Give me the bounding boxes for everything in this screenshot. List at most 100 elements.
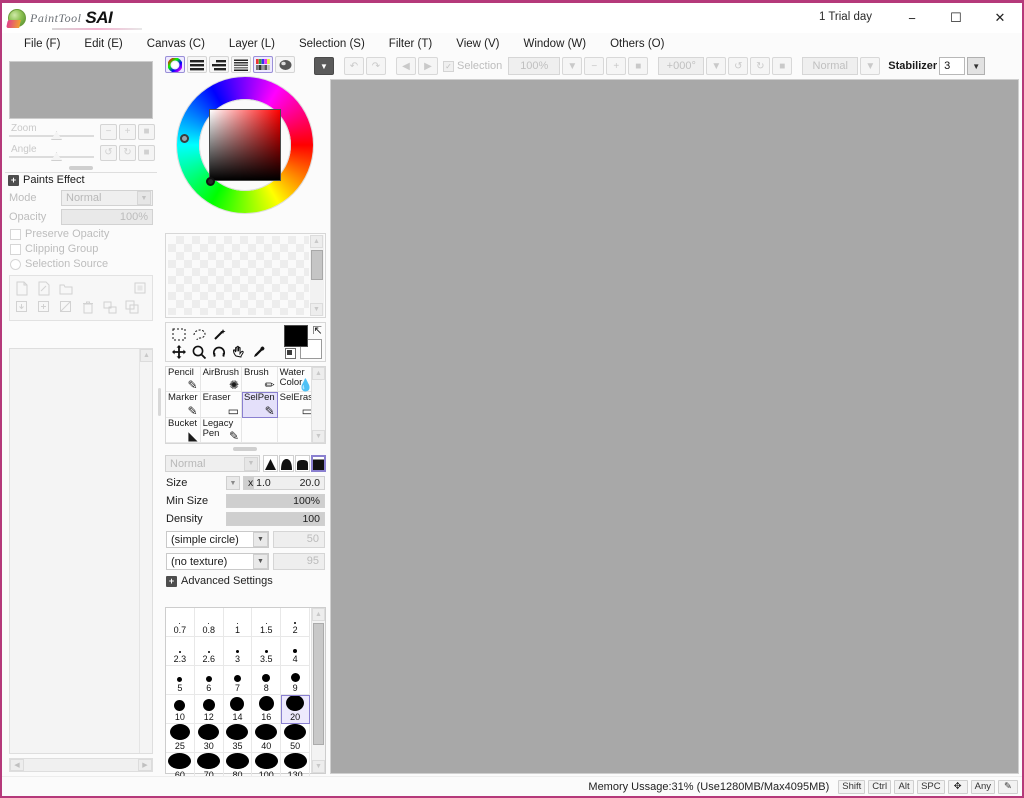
clear-layer-icon[interactable] — [56, 298, 76, 317]
min-size-bar[interactable]: 100% — [226, 494, 325, 508]
zoom-dropdown-icon[interactable]: ▼ — [562, 57, 583, 75]
new-folder-icon[interactable] — [56, 279, 76, 298]
swap-colors-icon[interactable]: ⇱ — [313, 324, 322, 337]
hand-icon[interactable] — [229, 343, 249, 361]
brush-tool-bucket[interactable]: Bucket ◣ — [166, 417, 201, 443]
selection-source-radio[interactable] — [10, 258, 21, 270]
undo-button[interactable]: ↶ — [344, 57, 364, 75]
brush-size-cell[interactable]: 20 — [281, 695, 310, 724]
soft-edge-icon[interactable] — [263, 455, 278, 472]
menu-canvas[interactable]: Canvas (C) — [135, 36, 217, 52]
layer-list-vscrollbar[interactable]: ▲ — [139, 349, 153, 753]
panel-resize-grabber[interactable] — [69, 166, 93, 170]
zoom-out-button[interactable]: − — [100, 123, 117, 140]
brush-size-cell[interactable]: 2.6 — [194, 637, 224, 666]
brush-size-cell[interactable]: 5 — [166, 666, 195, 695]
sv-marker[interactable] — [206, 177, 215, 186]
clipping-group-checkbox[interactable] — [10, 243, 21, 255]
brush-tool-empty-1[interactable] — [242, 417, 278, 443]
menu-filter[interactable]: Filter (T) — [377, 36, 444, 52]
brush-size-cell[interactable]: 3 — [223, 637, 253, 666]
default-colors-icon[interactable] — [285, 348, 296, 359]
brush-size-cell[interactable]: 35 — [223, 724, 253, 753]
brush-tool-legacy-pen[interactable]: Legacy Pen ✎ — [200, 417, 242, 443]
scroll-left-icon[interactable]: ◀ — [10, 759, 24, 771]
brush-shape-select[interactable]: (simple circle) ▼ — [166, 531, 269, 548]
brush-size-cell[interactable]: 50 — [281, 724, 310, 753]
brush-size-cell[interactable]: 0.8 — [194, 608, 224, 637]
brush-size-cell[interactable]: 14 — [223, 695, 253, 724]
brush-size-cell[interactable]: 6 — [194, 666, 224, 695]
brush-size-cell[interactable]: 25 — [166, 724, 195, 753]
zoom-value-field[interactable]: 100% — [508, 57, 561, 75]
layer-opacity-value[interactable]: 100% — [61, 209, 153, 225]
size-scroll-down-icon[interactable]: ▼ — [312, 760, 325, 773]
stabilizer-dropdown-icon[interactable]: ▼ — [967, 57, 986, 75]
magic-wand-icon[interactable] — [209, 325, 229, 343]
canvas-area[interactable] — [330, 79, 1019, 774]
minimize-button[interactable]: − — [890, 3, 934, 33]
next-canvas-button[interactable]: ▶ — [418, 57, 438, 75]
selection-toggle[interactable]: ✓ Selection — [443, 60, 502, 72]
menu-selection[interactable]: Selection (S) — [287, 36, 377, 52]
brush-size-cell[interactable]: 30 — [194, 724, 224, 753]
brush-size-cell[interactable]: 1.5 — [252, 608, 282, 637]
advanced-settings-header[interactable]: + Advanced Settings — [166, 575, 327, 587]
layer-mode-select[interactable]: Normal ▼ — [61, 190, 153, 206]
zoom-reset-button[interactable]: ■ — [138, 123, 155, 140]
swatch-scroll-thumb[interactable] — [311, 250, 323, 280]
menu-file[interactable]: File (F) — [12, 36, 72, 52]
scratchpad-icon[interactable] — [275, 56, 295, 73]
flat-edge-icon[interactable] — [295, 455, 310, 472]
hue-marker[interactable] — [180, 134, 189, 143]
blend-mode-dropdown-icon[interactable]: ▼ — [860, 57, 881, 75]
panel-splitter[interactable] — [157, 58, 162, 774]
color-wheel-icon[interactable] — [165, 56, 185, 73]
redo-button[interactable]: ↷ — [366, 57, 386, 75]
brush-size-cell[interactable]: 1 — [223, 608, 253, 637]
menu-layer[interactable]: Layer (L) — [217, 36, 287, 52]
zoom-icon[interactable] — [189, 343, 209, 361]
hsv-sliders-icon[interactable] — [209, 56, 229, 73]
layer-list-hscrollbar[interactable]: ◀ ▶ — [9, 758, 153, 772]
paints-effect-header[interactable]: + Paints Effect — [5, 172, 157, 187]
brush-size-cell[interactable]: 16 — [252, 695, 282, 724]
swatch-grid[interactable] — [168, 236, 309, 315]
brush-shape-strength[interactable]: 50 — [273, 531, 325, 548]
brush-panel-scrollbar[interactable]: ▲ ▼ — [311, 367, 325, 443]
brush-tool-selpen[interactable]: SelPen ✎ — [242, 392, 278, 418]
brush-size-cell[interactable]: 9 — [281, 666, 310, 695]
brush-texture-strength[interactable]: 95 — [273, 553, 325, 570]
menu-window[interactable]: Window (W) — [511, 36, 598, 52]
delete-layer-icon[interactable] — [78, 298, 98, 317]
gradient-icon[interactable] — [231, 56, 251, 73]
swatch-scroll-down-icon[interactable]: ▼ — [310, 303, 323, 316]
brush-texture-select[interactable]: (no texture) ▼ — [166, 553, 269, 570]
round-edge-icon[interactable] — [279, 455, 294, 472]
eyedropper-icon[interactable] — [249, 343, 269, 361]
brush-tool-watercolor[interactable]: Water Color 💧 — [277, 367, 315, 393]
brush-tool-eraser[interactable]: Eraser ▭ — [200, 392, 242, 418]
duplicate-icon[interactable] — [122, 298, 142, 317]
brush-settings-grabber[interactable] — [233, 447, 257, 451]
transfer-icon[interactable] — [100, 298, 120, 317]
zoom-increase-button[interactable]: + — [606, 57, 627, 75]
prev-canvas-button[interactable]: ◀ — [396, 57, 416, 75]
brush-size-cell[interactable]: 10 — [166, 695, 195, 724]
swatch-scrollbar[interactable]: ▲ ▼ — [310, 235, 324, 316]
brush-size-cell[interactable]: 40 — [252, 724, 282, 753]
new-layer-icon[interactable] — [12, 279, 32, 298]
size-bar[interactable]: x 1.0 20.0 — [243, 476, 325, 490]
rotate-left-button[interactable]: ↺ — [728, 57, 749, 75]
zoom-in-button[interactable]: + — [119, 123, 136, 140]
preserve-opacity-row[interactable]: Preserve Opacity — [10, 228, 157, 240]
lasso-select-icon[interactable] — [189, 325, 209, 343]
angle-slider[interactable]: Angle — [9, 144, 98, 161]
brush-size-cell[interactable]: 12 — [194, 695, 224, 724]
zoom-slider[interactable]: Zoom — [9, 123, 98, 140]
density-bar[interactable]: 100 — [226, 512, 325, 526]
menu-others[interactable]: Others (O) — [598, 36, 676, 52]
menu-view[interactable]: View (V) — [444, 36, 511, 52]
foreground-color-chip[interactable] — [284, 325, 308, 347]
blend-mode-select[interactable]: Normal ▼ — [165, 455, 260, 472]
